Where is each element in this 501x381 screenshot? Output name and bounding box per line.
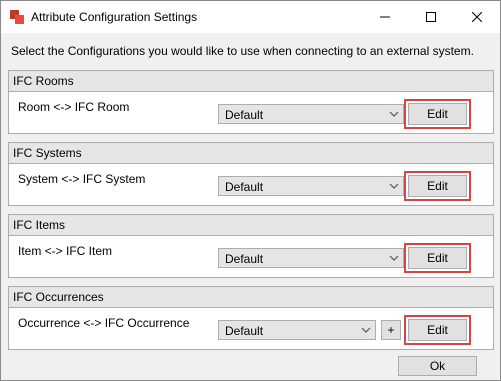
maximize-icon — [426, 12, 436, 22]
intro-text: Select the Configurations you would like… — [11, 44, 474, 58]
mapping-label: System <-> IFC System — [18, 172, 146, 186]
close-icon — [472, 12, 482, 22]
group-header: IFC Rooms — [9, 71, 493, 92]
title-bar: Attribute Configuration Settings — [1, 1, 500, 33]
config-select[interactable]: Default — [218, 248, 404, 268]
highlight-box — [404, 243, 471, 273]
minimize-button[interactable] — [362, 1, 408, 33]
window-title: Attribute Configuration Settings — [31, 10, 198, 24]
mapping-label: Room <-> IFC Room — [18, 100, 130, 114]
group-header: IFC Occurrences — [9, 287, 493, 308]
ok-label: Ok — [429, 359, 446, 373]
add-label: + — [387, 323, 395, 337]
select-value: Default — [225, 180, 264, 194]
mapping-label: Occurrence <-> IFC Occurrence — [18, 316, 190, 330]
config-select[interactable]: Default — [218, 320, 376, 340]
group-ifc-occurrences: IFC Occurrences Occurrence <-> IFC Occur… — [8, 286, 494, 350]
app-icon — [10, 10, 24, 24]
highlight-box — [404, 171, 471, 201]
highlight-box — [404, 315, 471, 345]
config-select[interactable]: Default — [218, 104, 404, 124]
chevron-down-icon — [389, 255, 399, 261]
group-ifc-items: IFC Items Item <-> IFC Item Default Edit — [8, 214, 494, 278]
close-button[interactable] — [454, 1, 500, 33]
group-header: IFC Items — [9, 215, 493, 236]
group-ifc-rooms: IFC Rooms Room <-> IFC Room Default Edit — [8, 70, 494, 134]
chevron-down-icon — [389, 111, 399, 117]
select-value: Default — [225, 252, 264, 266]
select-value: Default — [225, 108, 264, 122]
mapping-label: Item <-> IFC Item — [18, 244, 113, 258]
chevron-down-icon — [361, 327, 371, 333]
ok-button[interactable]: Ok — [398, 356, 477, 376]
group-ifc-systems: IFC Systems System <-> IFC System Defaul… — [8, 142, 494, 206]
minimize-icon — [380, 16, 390, 18]
config-select[interactable]: Default — [218, 176, 404, 196]
highlight-box — [404, 99, 471, 129]
dialog-window: Attribute Configuration Settings Select … — [0, 0, 501, 381]
select-value: Default — [225, 324, 264, 338]
group-header: IFC Systems — [9, 143, 493, 164]
add-config-button[interactable]: + — [381, 320, 401, 340]
chevron-down-icon — [389, 183, 399, 189]
maximize-button[interactable] — [408, 1, 454, 33]
